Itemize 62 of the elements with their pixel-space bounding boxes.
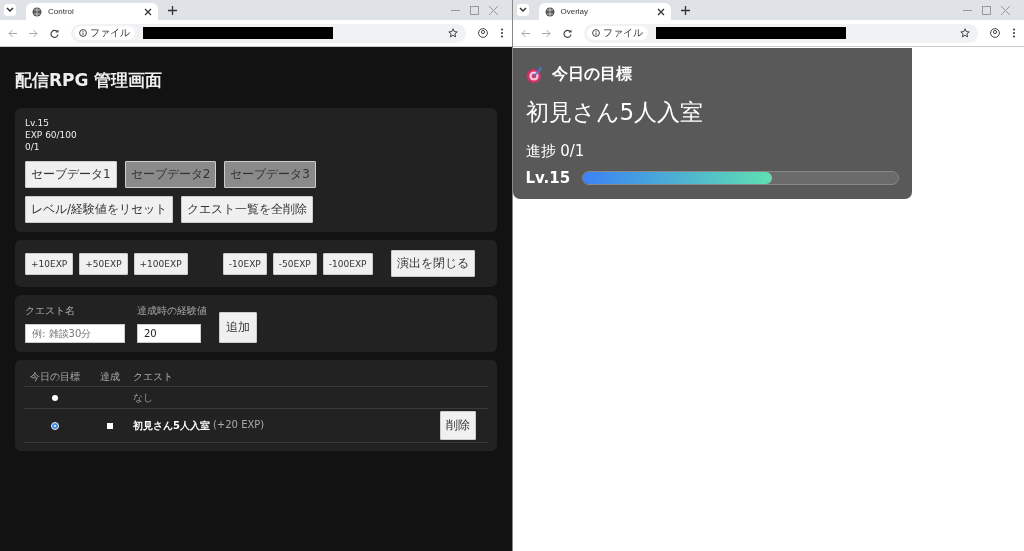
- browser-tab[interactable]: Control: [26, 3, 158, 20]
- status-text: 0/1: [25, 141, 41, 153]
- globe-icon: [32, 6, 42, 17]
- quest-name: 初見さん5人入室: [133, 418, 210, 433]
- level-label: Lv.15: [525, 169, 571, 187]
- done-checkbox[interactable]: [106, 422, 113, 429]
- star-icon[interactable]: [960, 28, 970, 38]
- browser-tab[interactable]: Overlay: [538, 3, 671, 20]
- close-icon[interactable]: [656, 7, 665, 16]
- subtract-exp-button[interactable]: -100EXP: [322, 252, 373, 275]
- save-slot-button[interactable]: セーブデータ1: [25, 161, 117, 188]
- save-slot-button[interactable]: セーブデータ3: [224, 161, 316, 188]
- tab-search-button[interactable]: [4, 4, 16, 16]
- field-label: 達成時の経験値: [137, 304, 207, 318]
- add-exp-button[interactable]: +10EXP: [25, 252, 74, 275]
- page-title: 配信RPG 管理画面: [15, 69, 164, 92]
- address-bar[interactable]: ファイル: [583, 23, 978, 43]
- subtract-exp-button[interactable]: -50EXP: [272, 252, 317, 275]
- add-exp-button[interactable]: +50EXP: [79, 252, 128, 275]
- file-scheme-label: ファイル: [602, 26, 643, 40]
- new-tab-icon[interactable]: [680, 5, 690, 15]
- globe-icon: [544, 6, 555, 17]
- reload-icon[interactable]: [562, 28, 572, 38]
- status-text: Lv.15: [25, 117, 50, 129]
- goal-radio[interactable]: [52, 394, 58, 401]
- goal-text: 初見さん5人入室: [525, 98, 705, 127]
- reset-button[interactable]: レベル/経験値をリセット: [25, 196, 174, 223]
- star-icon[interactable]: [447, 28, 458, 38]
- column-header: クエスト: [133, 370, 174, 384]
- reload-icon[interactable]: [50, 28, 59, 38]
- quest-name-field[interactable]: 例: 雑談30分: [25, 324, 125, 343]
- status-text: EXP 60/100: [25, 129, 78, 141]
- new-tab-icon[interactable]: [168, 5, 177, 15]
- tab-search-button[interactable]: [516, 4, 529, 16]
- caret-icon: [6, 7, 14, 13]
- column-header: 達成: [98, 370, 121, 384]
- subtract-exp-button[interactable]: -10EXP: [222, 252, 267, 275]
- info-icon: [79, 29, 87, 37]
- add-button[interactable]: 追加: [219, 312, 257, 343]
- field-label: クエスト名: [25, 304, 76, 318]
- reset-button[interactable]: クエスト一覧を全削除: [181, 196, 314, 223]
- progress-text: 進捗 0/1: [525, 142, 586, 161]
- close-icon[interactable]: [144, 7, 152, 16]
- menu-icon[interactable]: [1012, 28, 1016, 38]
- profile-icon[interactable]: [477, 28, 488, 38]
- address-bar[interactable]: ファイル: [71, 23, 466, 43]
- profile-icon[interactable]: [990, 28, 1000, 38]
- caret-icon: [518, 7, 527, 13]
- card-heading: 今日の目標: [551, 64, 632, 85]
- file-scheme-label: ファイル: [90, 26, 130, 40]
- exp-value-field[interactable]: 20: [137, 324, 201, 343]
- quest-exp: (+20 EXP): [212, 418, 265, 432]
- save-slot-button[interactable]: セーブデータ2: [124, 161, 217, 188]
- column-header: 今日の目標: [29, 370, 81, 384]
- add-exp-button[interactable]: +100EXP: [133, 252, 188, 275]
- goal-radio[interactable]: [52, 422, 58, 429]
- delete-button[interactable]: 削除: [439, 411, 476, 440]
- target-icon: [525, 65, 544, 84]
- info-icon: [591, 29, 600, 37]
- quest-name: なし: [133, 390, 153, 405]
- close-effect-button[interactable]: 演出を閉じる: [390, 250, 475, 277]
- menu-icon[interactable]: [499, 28, 504, 38]
